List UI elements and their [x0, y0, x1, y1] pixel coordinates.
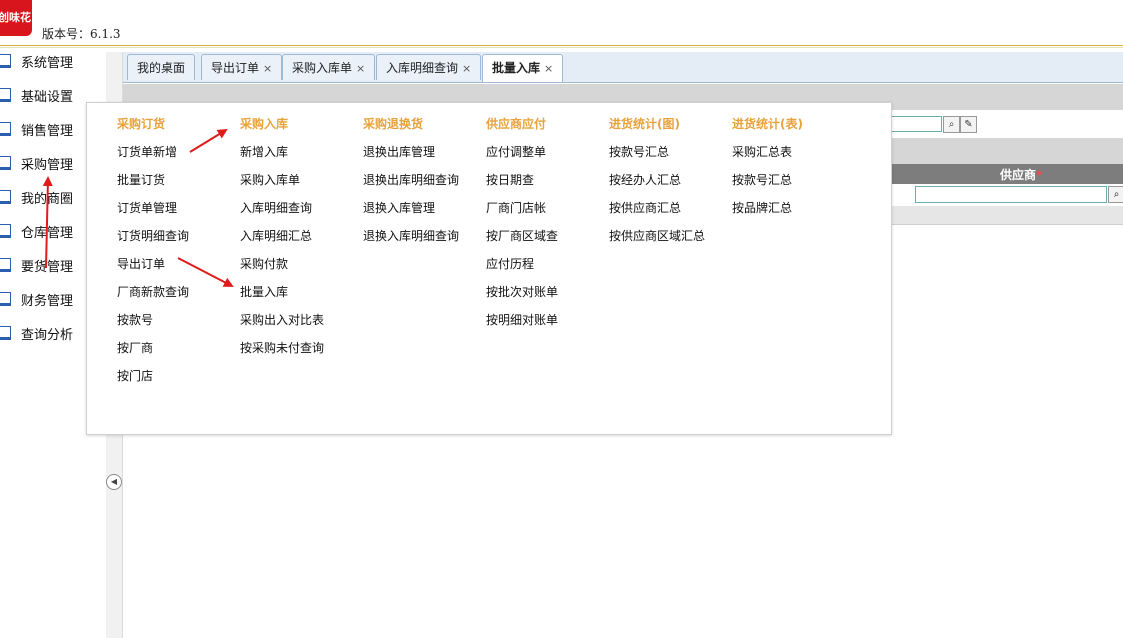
edit-icon[interactable]: ✎: [960, 116, 977, 133]
menu-item[interactable]: 退换出库明细查询: [363, 171, 459, 188]
menu-item[interactable]: 厂商新款查询: [117, 283, 189, 300]
tab-receipt-detail-query[interactable]: 入库明细查询 ×: [376, 54, 482, 80]
menu-item[interactable]: 入库明细汇总: [240, 227, 312, 244]
menu-item[interactable]: 按供应商汇总: [609, 199, 681, 216]
menu-item[interactable]: 采购汇总表: [732, 143, 792, 160]
sidebar-item-system[interactable]: 系统管理: [0, 46, 106, 76]
logo-text: 创味花: [0, 11, 31, 24]
search-icon[interactable]: ⌕: [943, 116, 960, 133]
menu-item[interactable]: 订货单新增: [117, 143, 177, 160]
app-logo: 创味花: [0, 0, 32, 36]
menu-column-title: 采购订货: [117, 117, 166, 131]
menu-item[interactable]: 按品牌汇总: [732, 199, 792, 216]
close-icon[interactable]: ×: [356, 62, 365, 75]
tab-batch-receipt[interactable]: 批量入库 ×: [482, 54, 564, 82]
menu-item[interactable]: 订货明细查询: [117, 227, 189, 244]
menu-item[interactable]: 导出订单: [117, 255, 165, 272]
menu-item[interactable]: 采购付款: [240, 255, 288, 272]
tab-my-desktop[interactable]: 我的桌面: [127, 54, 196, 80]
header-divider-light: [0, 47, 1123, 48]
menu-item[interactable]: 按供应商区域汇总: [609, 227, 705, 244]
close-icon[interactable]: ×: [263, 62, 272, 75]
monitor-icon: [0, 190, 11, 204]
menu-item[interactable]: 按厂商: [117, 339, 153, 356]
menu-item[interactable]: 按采购未付查询: [240, 339, 324, 356]
menu-item[interactable]: 按明细对账单: [486, 311, 558, 328]
purchasing-mega-menu: 采购订货 订货单新增 批量订货 订货单管理 订货明细查询 导出订单 厂商新款查询…: [86, 102, 892, 435]
tab-purchase-receipt[interactable]: 采购入库单 ×: [282, 54, 376, 80]
menu-item[interactable]: 按厂商区域查: [486, 227, 558, 244]
menu-item[interactable]: 应付调整单: [486, 143, 546, 160]
menu-item[interactable]: 退换出库管理: [363, 143, 435, 160]
menu-item[interactable]: 采购出入对比表: [240, 311, 324, 328]
menu-item[interactable]: 按款号汇总: [732, 171, 792, 188]
menu-column-title: 采购退换货: [363, 117, 424, 131]
menu-column-title: 采购入库: [240, 117, 289, 131]
menu-item[interactable]: 按批次对账单: [486, 283, 558, 300]
menu-item[interactable]: 按款号汇总: [609, 143, 669, 160]
supplier-input[interactable]: [915, 186, 1107, 203]
monitor-icon: [0, 54, 11, 68]
menu-item[interactable]: 按日期查: [486, 171, 534, 188]
menu-column-title: 进货统计(表): [732, 117, 803, 131]
menu-item[interactable]: 应付历程: [486, 255, 534, 272]
close-icon[interactable]: ×: [462, 62, 471, 75]
monitor-icon: [0, 122, 11, 136]
monitor-icon: [0, 224, 11, 238]
menu-item[interactable]: 入库明细查询: [240, 199, 312, 216]
monitor-icon: [0, 88, 11, 102]
monitor-icon: [0, 292, 11, 306]
chevron-left-icon[interactable]: ◀: [106, 474, 122, 490]
menu-item[interactable]: 按门店: [117, 367, 153, 384]
version-label: 版本号：6.1.3: [42, 27, 121, 41]
menu-item[interactable]: 厂商门店帐: [486, 199, 546, 216]
menu-item[interactable]: 采购入库单: [240, 171, 300, 188]
monitor-icon: [0, 258, 11, 272]
monitor-icon: [0, 156, 11, 170]
menu-item[interactable]: 新增入库: [240, 143, 288, 160]
menu-column-title: 进货统计(图): [609, 117, 680, 131]
header-divider: [0, 45, 1123, 46]
menu-item[interactable]: 按款号: [117, 311, 153, 328]
menu-column-title: 供应商应付: [486, 117, 547, 131]
menu-item[interactable]: 按经办人汇总: [609, 171, 681, 188]
supplier-column-header: 供应商*: [1000, 168, 1043, 182]
menu-item-batch-receipt[interactable]: 批量入库: [240, 283, 288, 300]
monitor-icon: [0, 326, 11, 340]
menu-item[interactable]: 订货单管理: [117, 199, 177, 216]
menu-item[interactable]: 批量订货: [117, 171, 165, 188]
required-mark: *: [1036, 168, 1043, 182]
search-icon[interactable]: ⌕: [1108, 186, 1123, 203]
menu-item[interactable]: 退换入库管理: [363, 199, 435, 216]
menu-item[interactable]: 退换入库明细查询: [363, 227, 459, 244]
close-icon[interactable]: ×: [544, 62, 553, 75]
tab-export-orders[interactable]: 导出订单 ×: [201, 54, 283, 80]
tab-bar: 我的桌面 导出订单 × 采购入库单 × 入库明细查询 × 批量入库 ×: [123, 52, 1123, 83]
filter-input[interactable]: [890, 116, 942, 132]
